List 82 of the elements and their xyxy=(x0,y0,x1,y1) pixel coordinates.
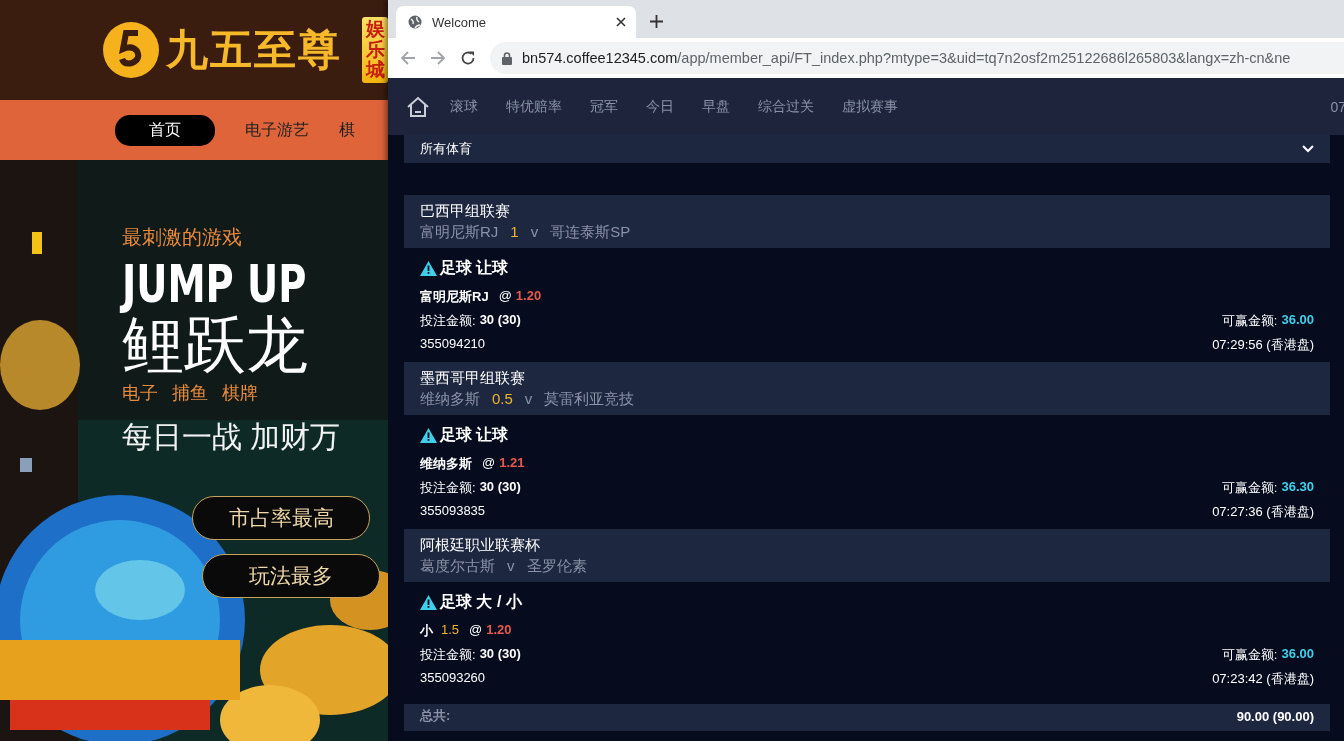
sport-nav-item[interactable]: 早盘 xyxy=(702,97,730,116)
ticket-number: 355094210 xyxy=(420,336,486,353)
banner-button[interactable]: 市占率最高 xyxy=(192,495,370,540)
ticket-number: 355093835 xyxy=(420,503,486,520)
close-icon[interactable] xyxy=(616,17,626,27)
ticket-number: 355093260 xyxy=(420,670,486,687)
versus-label: v xyxy=(507,557,515,576)
selection-name: 小 xyxy=(420,622,433,640)
chevron-down-icon xyxy=(1302,145,1314,153)
sport-nav-item[interactable]: 特优赔率 xyxy=(506,97,562,116)
team-name: 圣罗伦素 xyxy=(526,557,587,576)
browser-tab[interactable]: Welcome xyxy=(396,6,636,38)
team-name: 葛度尔古斯 xyxy=(420,557,495,576)
category-label: 棋牌 xyxy=(222,381,258,405)
sport-nav-item[interactable]: 综合过关 xyxy=(758,97,814,116)
sport-nav-item[interactable]: 滚球 xyxy=(450,97,478,116)
league-name: 墨西哥甲组联赛 xyxy=(420,369,526,388)
bet-type: 足球 让球 xyxy=(440,258,509,278)
logo-badge: 娱乐城 xyxy=(362,16,388,84)
stake-value: 30 (30) xyxy=(479,479,521,496)
odds-value: 1.21 xyxy=(499,455,525,472)
stake-label: 投注金额: xyxy=(420,646,476,664)
stake-value: 30 (30) xyxy=(479,312,521,329)
odds-value: 1.20 xyxy=(486,622,512,639)
at-sign: @ xyxy=(498,288,512,305)
win-value: 36.00 xyxy=(1281,646,1314,663)
team-name: 哥连泰斯SP xyxy=(550,223,631,242)
bet-type: 足球 让球 xyxy=(440,425,509,445)
win-value: 36.00 xyxy=(1281,312,1314,329)
banner-headline: JUMP UP xyxy=(122,257,308,312)
bet-time: 07:27:36 (香港盘) xyxy=(1212,503,1314,521)
warning-icon xyxy=(420,261,437,276)
sport-nav-item[interactable]: 冠军 xyxy=(590,97,618,116)
bet-time: 07:23:42 (香港盘) xyxy=(1212,670,1314,688)
logo-text: 九五至尊 xyxy=(166,24,342,76)
win-label: 可赢金额: xyxy=(1221,646,1278,664)
league-name: 阿根廷职业联赛杯 xyxy=(420,536,541,555)
stake-value: 30 (30) xyxy=(479,646,521,663)
tab-title: Welcome xyxy=(432,14,486,30)
logo-icon xyxy=(102,21,160,79)
team-name: 维纳多斯 xyxy=(420,390,480,409)
banner-kicker: 最刺激的游戏 xyxy=(122,225,243,250)
team-name: 富明尼斯RJ xyxy=(420,223,499,242)
sport-filter[interactable]: 所有体育 xyxy=(404,135,1330,163)
lock-icon xyxy=(502,51,512,65)
bet-time: 07:29:56 (香港盘) xyxy=(1212,336,1314,354)
category-label: 电子 xyxy=(122,381,158,405)
versus-label: v xyxy=(524,390,533,409)
team-name: 莫雷利亚竞技 xyxy=(544,390,635,409)
sport-nav-item[interactable]: 虚拟赛事 xyxy=(842,97,898,116)
globe-icon xyxy=(408,15,422,29)
win-label: 可赢金额: xyxy=(1221,479,1278,497)
handicap-value: 1 xyxy=(510,223,519,242)
at-sign: @ xyxy=(469,622,483,639)
reload-icon[interactable] xyxy=(460,50,476,66)
league-name: 巴西甲组联赛 xyxy=(420,202,511,221)
stake-label: 投注金额: xyxy=(420,312,476,330)
sport-nav-item[interactable]: 今日 xyxy=(646,97,674,116)
warning-icon xyxy=(420,595,437,610)
win-value: 36.30 xyxy=(1281,479,1314,496)
warning-icon xyxy=(420,428,437,443)
nav-tab[interactable]: 首页 xyxy=(115,114,215,146)
category-label: 捕鱼 xyxy=(172,381,208,405)
banner-button[interactable]: 玩法最多 xyxy=(202,553,380,598)
home-icon[interactable] xyxy=(406,94,430,119)
new-tab-icon[interactable] xyxy=(650,14,663,28)
win-label: 可赢金额: xyxy=(1221,312,1278,330)
at-sign: @ xyxy=(482,455,496,472)
bet-type: 足球 大 / 小 xyxy=(440,592,522,612)
total-value: 90.00 (90.00) xyxy=(1236,708,1314,724)
selection-name: 维纳多斯 xyxy=(420,455,472,473)
odds-value: 1.20 xyxy=(515,288,542,305)
versus-label: v xyxy=(530,223,539,242)
nav-tab[interactable]: 电子游艺 xyxy=(245,114,309,146)
handicap-value: 0.5 xyxy=(492,390,513,409)
banner-slogan: 每日一战 加财万 xyxy=(122,418,342,455)
selection-name: 富明尼斯RJ xyxy=(420,288,489,306)
nav-tab[interactable]: 棋 xyxy=(339,114,355,146)
address-bar[interactable]: bn574.coffee12345.com/app/member_api/FT_index.php?mtype=3&uid=tq7n2osf2m25122686l265803&langx=zh-cn&ne xyxy=(490,42,1344,74)
stake-label: 投注金额: xyxy=(420,479,476,497)
total-label: 总共: xyxy=(420,707,451,725)
line-value: 1.5 xyxy=(441,622,460,639)
